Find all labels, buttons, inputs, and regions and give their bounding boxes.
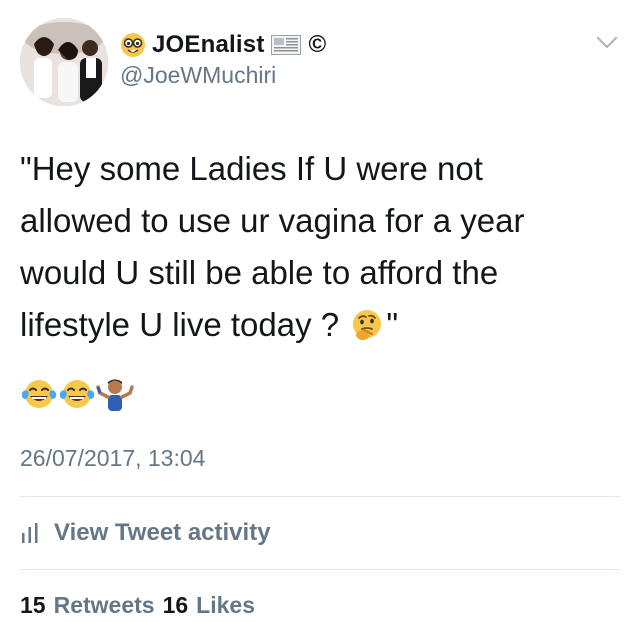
retweets-stat[interactable]: 15 Retweets <box>20 592 155 619</box>
thinking-face-emoji-icon <box>353 310 382 340</box>
author-display-name: JOEnalist <box>152 31 265 58</box>
emoji-row <box>20 374 134 414</box>
avatar-image <box>20 18 108 106</box>
divider <box>20 569 620 570</box>
retweets-label: Retweets <box>53 592 155 618</box>
chevron-down-icon[interactable] <box>596 36 618 50</box>
tweet-text-line: allowed to use ur vagina for a year <box>20 202 525 239</box>
tweet-stats: 15 Retweets 16 Likes <box>20 592 255 619</box>
view-tweet-activity-button[interactable]: View Tweet activity <box>20 516 271 550</box>
retweets-count: 15 <box>20 592 46 618</box>
author-handle[interactable]: @JoeWMuchiri <box>120 62 276 89</box>
likes-stat[interactable]: 16 Likes <box>163 592 255 619</box>
likes-count: 16 <box>162 592 189 618</box>
tweet-text-line-content: lifestyle U live today ? <box>20 306 340 343</box>
tweet-text-line: would U still be able to afford the <box>20 254 499 291</box>
tweet-text-line: "Hey some Ladies If U were not <box>20 150 483 187</box>
bar-chart-icon <box>22 523 38 543</box>
tears-of-joy-emoji-icon <box>21 380 57 408</box>
avatar[interactable] <box>20 18 108 106</box>
tweet-text-line-4: lifestyle U live today ? " <box>20 299 620 351</box>
tweet-text: "Hey some Ladies If U were not allowed t… <box>20 143 620 351</box>
tweet-card: JOEnalist © @JoeWMuchiri "Hey some Ladie… <box>0 0 640 640</box>
author-name-row[interactable]: JOEnalist © <box>120 30 326 60</box>
divider <box>20 496 620 497</box>
closing-quote: " <box>386 306 399 343</box>
newspaper-flag-icon <box>270 35 301 55</box>
man-shrugging-emoji-icon <box>96 379 134 411</box>
likes-label: Likes <box>196 592 255 618</box>
copyright-symbol: © <box>308 31 327 58</box>
view-tweet-activity-label: View Tweet activity <box>54 519 271 546</box>
tears-of-joy-emoji-icon <box>59 380 95 408</box>
tweet-timestamp[interactable]: 26/07/2017, 13:04 <box>20 445 205 472</box>
nerd-face-emoji-icon <box>121 33 145 57</box>
